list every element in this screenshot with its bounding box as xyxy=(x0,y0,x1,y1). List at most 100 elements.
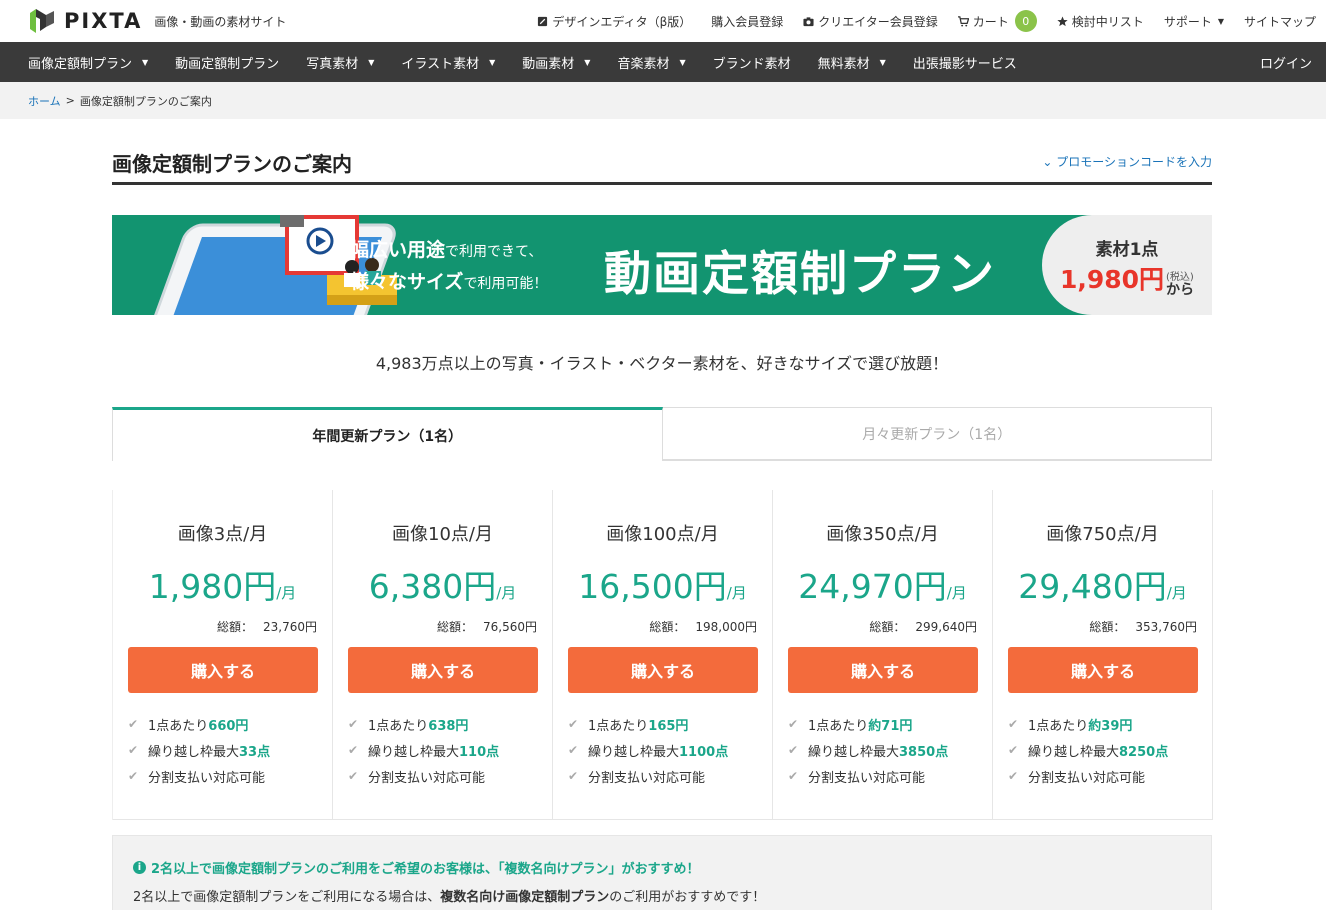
top-link-support[interactable]: サポート ▼ xyxy=(1164,13,1224,30)
tab-annual[interactable]: 年間更新プラン（1名） xyxy=(112,407,663,461)
plan-price: 6,380円/月 xyxy=(368,567,517,606)
plan-total: 総額： 353,760円 xyxy=(1089,620,1197,634)
caret-down-icon: ▼ xyxy=(879,57,886,67)
caret-down-icon: ▼ xyxy=(489,57,496,67)
logo[interactable]: PIXTA xyxy=(28,7,142,35)
top-link-creator-register[interactable]: クリエイター会員登録 xyxy=(803,13,938,30)
check-icon: ✔ xyxy=(1008,717,1019,731)
check-icon: ✔ xyxy=(348,743,359,757)
feature-rollover: ✔ 繰り越し枠最大 8250点 xyxy=(1008,743,1169,760)
caret-down-icon: ▼ xyxy=(679,57,686,67)
buy-button[interactable]: 購入する xyxy=(128,647,318,693)
feature-per-item: ✔ 1点あたり 約39円 xyxy=(1008,717,1133,734)
breadcrumb-home[interactable]: ホーム xyxy=(28,93,61,109)
check-icon: ✔ xyxy=(568,743,579,757)
plan-total: 総額： 23,760円 xyxy=(216,620,317,634)
plan-price: 24,970円/月 xyxy=(798,567,967,606)
breadcrumb: ホーム > 画像定額制プランのご案内 xyxy=(0,82,1326,119)
buy-button[interactable]: 購入する xyxy=(568,647,758,693)
breadcrumb-current: 画像定額制プランのご案内 xyxy=(79,94,212,108)
nav-item-music[interactable]: 音楽素材 ▼ xyxy=(617,53,685,72)
plan-card: 画像10点/月 6,380円/月 総額： 76,560円 購入する ✔ 1点あたり 6… xyxy=(333,490,553,820)
plan-card: 画像3点/月 1,980円/月 総額： 23,760円 購入する ✔ 1点あたり 66… xyxy=(113,490,333,820)
top-link-sitemap[interactable]: サイトマップ xyxy=(1244,13,1316,30)
banner-price-suffix: から xyxy=(1166,281,1195,298)
buy-button[interactable]: 購入する xyxy=(1008,647,1198,693)
nav-item-free[interactable]: 無料素材 ▼ xyxy=(818,53,886,72)
check-icon: ✔ xyxy=(788,769,799,783)
nav-item-illustrations[interactable]: イラスト素材 ▼ xyxy=(401,53,495,72)
caret-down-icon: ▼ xyxy=(368,57,375,67)
top-link-cart[interactable]: カート 0 xyxy=(957,10,1037,32)
plan-features: ✔ 1点あたり 約39円 ✔ 繰り越し枠最大 8250点 ✔ 分割支払い対応可能 xyxy=(1008,711,1197,789)
title-row: 画像定額制プランのご案内 ⌄ プロモーションコードを入力 xyxy=(112,140,1212,185)
check-icon: ✔ xyxy=(1008,743,1019,757)
camera-icon xyxy=(803,16,814,26)
feature-rollover: ✔ 繰り越し枠最大 1100点 xyxy=(568,743,729,760)
check-icon: ✔ xyxy=(1008,769,1019,783)
top-header: PIXTA 画像・動画の素材サイト デザインエディタ（β版） 購入会員登録 クリ… xyxy=(0,0,1326,42)
page-title: 画像定額制プランのご案内 xyxy=(112,152,352,176)
plan-name: 画像100点/月 xyxy=(606,524,719,545)
cart-icon xyxy=(957,15,969,27)
chevron-down-icon: ⌄ xyxy=(1042,155,1053,169)
feature-per-item: ✔ 1点あたり 約71円 xyxy=(788,717,913,734)
check-icon: ✔ xyxy=(128,743,139,757)
feature-installments: ✔ 分割支払い対応可能 xyxy=(128,769,266,786)
plan-features: ✔ 1点あたり 660円 ✔ 繰り越し枠最大 33点 ✔ 分割支払い対応可能 xyxy=(128,711,317,789)
plan-name: 画像3点/月 xyxy=(177,524,268,545)
promo-banner[interactable]: 幅広い用途で利用できて、 様々なサイズで利用可能！ 動画定額制プラン 素材1点 … xyxy=(112,215,1212,315)
feature-rollover: ✔ 繰り越し枠最大 110点 xyxy=(348,743,500,760)
plan-features: ✔ 1点あたり 638円 ✔ 繰り越し枠最大 110点 ✔ 分割支払い対応可能 xyxy=(348,711,537,789)
plan-price: 29,480円/月 xyxy=(1018,567,1187,606)
multi-user-info-box: i 2名以上で画像定額制プランのご利用をご希望のお客様は、「複数名向けプラン」が… xyxy=(112,835,1212,910)
plan-total: 総額： 198,000円 xyxy=(649,620,757,634)
caret-down-icon: ▼ xyxy=(584,57,591,67)
info-icon: i xyxy=(133,861,146,874)
page-subtitle: 4,983万点以上の写真・イラスト・ベクター素材を、好きなサイズで選び放題！ xyxy=(375,354,949,373)
design-editor-icon xyxy=(538,16,548,26)
banner-price-value: 1,980円 xyxy=(1059,264,1165,294)
multi-user-plan-link[interactable]: 複数名向け画像定額制プラン xyxy=(440,890,609,905)
plan-name: 画像350点/月 xyxy=(826,524,939,545)
check-icon: ✔ xyxy=(128,769,139,783)
check-icon: ✔ xyxy=(568,769,579,783)
banner-price-badge: 素材1点 1,980円 (税込) から xyxy=(1042,215,1212,315)
top-link-wishlist[interactable]: 検討中リスト xyxy=(1057,13,1144,30)
top-link-buyer-register[interactable]: 購入会員登録 xyxy=(711,13,783,30)
plan-card: 画像100点/月 16,500円/月 総額： 198,000円 購入する ✔ 1点あ… xyxy=(553,490,773,820)
tab-monthly[interactable]: 月々更新プラン（1名） xyxy=(662,407,1212,460)
feature-per-item: ✔ 1点あたり 660円 xyxy=(128,717,249,734)
nav-item-photo-service[interactable]: 出張撮影サービス xyxy=(913,53,1017,72)
buy-button[interactable]: 購入する xyxy=(348,647,538,693)
top-link-design-editor[interactable]: デザインエディタ（β版） xyxy=(537,13,691,30)
buy-button[interactable]: 購入する xyxy=(788,647,978,693)
banner-price-label: 素材1点 xyxy=(1095,239,1159,260)
feature-rollover: ✔ 繰り越し枠最大 33点 xyxy=(128,743,271,760)
plan-price: 1,980円/月 xyxy=(148,567,297,606)
caret-down-icon: ▼ xyxy=(142,57,149,67)
breadcrumb-separator: > xyxy=(65,94,75,107)
plan-card: 画像350点/月 24,970円/月 総額： 299,640円 購入する ✔ 1点あ… xyxy=(773,490,993,820)
nav-item-image-subscription[interactable]: 画像定額制プラン ▼ xyxy=(28,53,148,72)
feature-installments: ✔ 分割支払い対応可能 xyxy=(348,769,486,786)
plan-list: 画像3点/月 1,980円/月 総額： 23,760円 購入する ✔ 1点あたり 66… xyxy=(112,490,1213,820)
nav-item-photos[interactable]: 写真素材 ▼ xyxy=(306,53,374,72)
check-icon: ✔ xyxy=(788,743,799,757)
nav-item-videos[interactable]: 動画素材 ▼ xyxy=(522,53,590,72)
nav-item-video-subscription[interactable]: 動画定額制プラン xyxy=(175,53,279,72)
feature-installments: ✔ 分割支払い対応可能 xyxy=(1008,769,1146,786)
plan-tabs: 年間更新プラン（1名） 月々更新プラン（1名） xyxy=(112,407,1212,461)
check-icon: ✔ xyxy=(788,717,799,731)
info-heading: i 2名以上で画像定額制プランのご利用をご希望のお客様は、「複数名向けプラン」が… xyxy=(133,858,1191,877)
feature-installments: ✔ 分割支払い対応可能 xyxy=(568,769,706,786)
feature-per-item: ✔ 1点あたり 165円 xyxy=(568,717,689,734)
star-icon xyxy=(1057,15,1068,26)
promo-code-link[interactable]: ⌄ プロモーションコードを入力 xyxy=(1042,140,1212,170)
plan-name: 画像10点/月 xyxy=(392,524,493,545)
check-icon: ✔ xyxy=(568,717,579,731)
banner-headline: 動画定額制プラン xyxy=(604,247,996,302)
nav-item-brand[interactable]: ブランド素材 xyxy=(713,53,791,72)
plan-features: ✔ 1点あたり 165円 ✔ 繰り越し枠最大 1100点 ✔ 分割支払い対応可能 xyxy=(568,711,757,789)
login-link[interactable]: ログイン xyxy=(1260,53,1312,72)
